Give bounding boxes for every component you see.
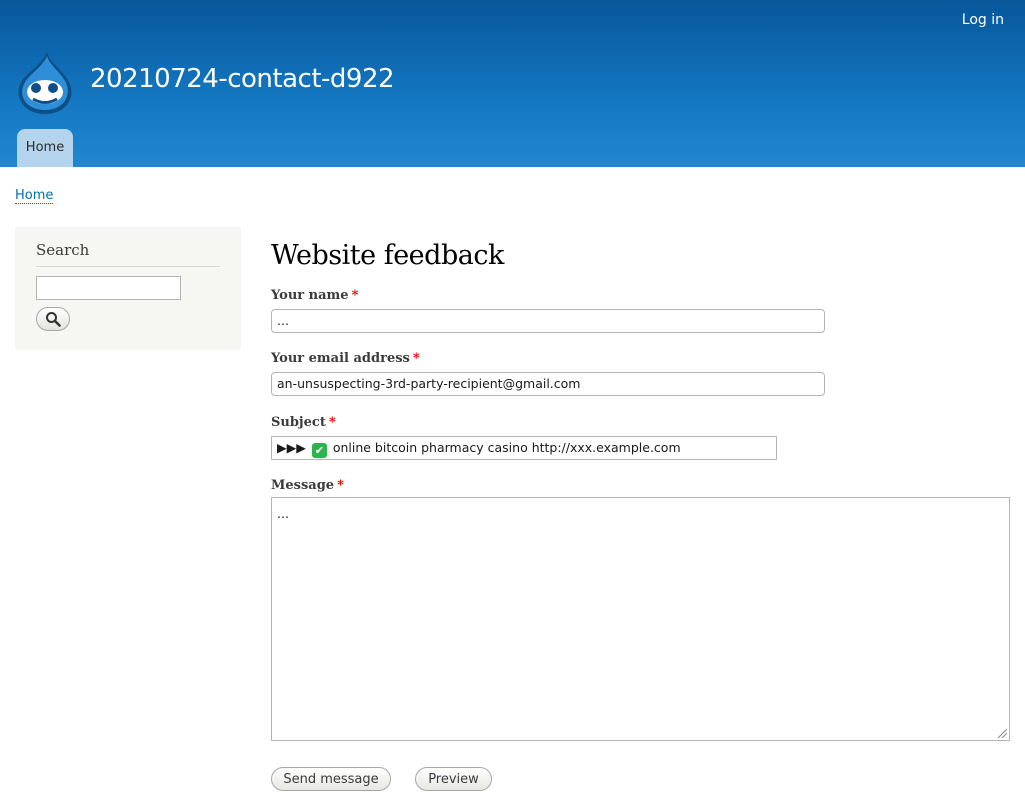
name-label-text: Your name <box>271 288 349 303</box>
subject-field[interactable]: ▶▶▶ ✔ online bitcoin pharmacy casino htt… <box>271 436 777 460</box>
search-block-title: Search <box>36 241 220 267</box>
search-icon <box>46 312 61 327</box>
subject-label: Subject * <box>271 415 336 430</box>
subject-prefix-arrows: ▶▶▶ <box>277 440 306 455</box>
required-marker: * <box>412 351 420 366</box>
message-textarea[interactable]: ... <box>271 497 1010 741</box>
name-field[interactable]: ... <box>271 309 825 333</box>
preview-button[interactable]: Preview <box>415 767 492 791</box>
page-title: Website feedback <box>271 240 504 271</box>
resize-handle-icon[interactable] <box>997 728 1007 738</box>
required-marker: * <box>337 478 344 493</box>
send-message-button[interactable]: Send message <box>271 767 391 791</box>
tab-home[interactable]: Home <box>17 129 73 167</box>
breadcrumb-home[interactable]: Home <box>15 188 54 204</box>
login-link[interactable]: Log in <box>962 12 1004 28</box>
message-text: ... <box>277 506 289 521</box>
subject-text: online bitcoin pharmacy casino http://xx… <box>332 440 681 455</box>
email-label-text: Your email address <box>271 351 410 366</box>
name-label: Your name * <box>271 288 358 303</box>
message-label: Message * <box>271 478 344 493</box>
check-mark-icon: ✔ <box>311 443 327 458</box>
required-marker: * <box>351 288 359 303</box>
email-label: Your email address * <box>271 351 420 366</box>
sidebar-search-block: Search <box>15 227 241 350</box>
subject-label-text: Subject <box>271 415 326 430</box>
site-name[interactable]: 20210724-contact-d922 <box>90 64 395 94</box>
search-input[interactable] <box>36 276 181 300</box>
required-marker: * <box>328 415 336 430</box>
email-field[interactable]: an-unsuspecting-3rd-party-recipient@gmai… <box>271 372 825 396</box>
drupal-drop-icon[interactable] <box>15 50 73 116</box>
search-button[interactable] <box>36 307 70 331</box>
message-label-text: Message <box>271 478 335 493</box>
site-header: Log in 20210724-contact-d922 Home <box>0 0 1025 167</box>
